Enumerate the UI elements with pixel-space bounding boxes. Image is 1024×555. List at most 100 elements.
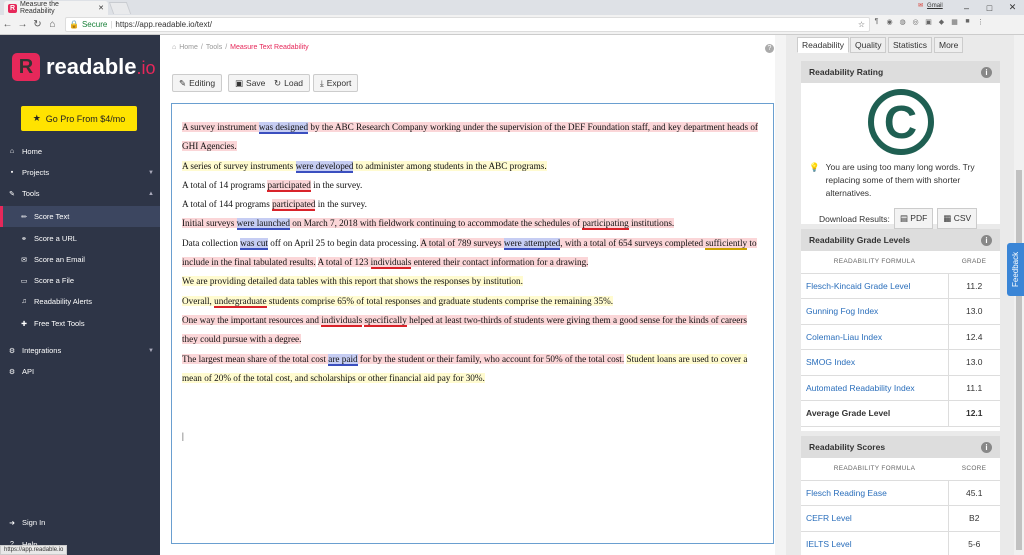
sidebar-item-home[interactable]: ⌂ Home bbox=[0, 141, 160, 162]
star-icon[interactable]: ☆ bbox=[858, 20, 865, 29]
maximize-icon[interactable]: □ bbox=[978, 0, 1001, 15]
url-field[interactable]: 🔒 Secure | https://app.readable.io/text/… bbox=[65, 17, 870, 32]
sidebar-item-score-text[interactable]: ✏ Score Text bbox=[0, 206, 160, 227]
formula-link[interactable]: SMOG Index bbox=[806, 357, 855, 367]
scores-table: READABILITY FORMULA SCORE Flesch Reading … bbox=[801, 458, 1000, 555]
table-row: IELTS Level 5-6 bbox=[801, 531, 1000, 555]
info-icon[interactable]: i bbox=[981, 441, 992, 453]
gift-icon: ✚ bbox=[21, 320, 27, 328]
editing-button[interactable]: ✎ Editing bbox=[172, 74, 223, 92]
extensions-bar: ¶ ◉ ◍ ◎ ▣ ◆ ▦ ■ ⋮ bbox=[872, 18, 985, 28]
sidebar-item-projects[interactable]: ▪ Projects ▼ bbox=[0, 162, 160, 183]
go-pro-button[interactable]: ★ Go Pro From $4/mo bbox=[21, 106, 137, 131]
sidebar-item-score-file[interactable]: ▭ Score a File bbox=[0, 270, 160, 291]
formula-link[interactable]: Gunning Fog Index bbox=[806, 306, 878, 316]
rating-tip: You are using too many long words. Try r… bbox=[825, 162, 975, 198]
extension-icon[interactable]: ▣ bbox=[924, 18, 933, 28]
formula-link[interactable]: Automated Readability Index bbox=[806, 383, 915, 393]
help-icon[interactable]: ? bbox=[765, 44, 774, 53]
gear-icon: ⚙ bbox=[8, 347, 16, 355]
extension-icon[interactable]: ◎ bbox=[911, 18, 920, 28]
readable-logo[interactable]: R readable.io bbox=[12, 53, 156, 81]
breadcrumb-home[interactable]: Home bbox=[179, 44, 198, 51]
window-controls: – □ ✕ bbox=[955, 0, 1024, 15]
save-icon: ▣ bbox=[235, 77, 244, 88]
chevron-down-icon: ▼ bbox=[148, 347, 154, 354]
envelope-icon: ✉ bbox=[21, 256, 27, 264]
sidebar-item-integrations[interactable]: ⚙ Integrations ▼ bbox=[0, 340, 160, 361]
extension-icon[interactable]: ¶ bbox=[872, 18, 881, 28]
info-icon[interactable]: i bbox=[981, 234, 992, 246]
bell-icon: ♫ bbox=[21, 298, 27, 305]
chevron-up-icon: ▲ bbox=[148, 190, 154, 197]
tab-quality[interactable]: Quality bbox=[850, 37, 887, 53]
export-button[interactable]: ⤓ Export bbox=[313, 74, 359, 92]
table-row: Automated Readability Index 11.1 bbox=[801, 375, 1000, 401]
text-editor[interactable]: A survey instrument was designed by the … bbox=[171, 103, 774, 544]
formula-link[interactable]: Flesch-Kincaid Grade Level bbox=[806, 281, 910, 291]
extension-icon[interactable]: ■ bbox=[963, 18, 972, 28]
table-row: Average Grade Level 12.1 bbox=[801, 400, 1000, 427]
column-header: READABILITY FORMULA bbox=[801, 251, 948, 274]
table-row: Flesch Reading Ease 45.1 bbox=[801, 480, 1000, 506]
editor-text: A survey instrument was designed by the … bbox=[182, 122, 758, 441]
content-scrollbar[interactable] bbox=[775, 35, 786, 555]
breadcrumb-tools[interactable]: Tools bbox=[206, 44, 222, 51]
reload-icon[interactable]: ↻ bbox=[30, 19, 45, 30]
pencil-icon: ✎ bbox=[179, 77, 187, 88]
gmail-indicator[interactable]: ✉ Gmail bbox=[918, 2, 943, 10]
grade-levels-panel: Readability Grade Levels i READABILITY FO… bbox=[801, 229, 1000, 431]
wrench-icon: ✎ bbox=[9, 190, 15, 198]
download-csv-button[interactable]: ▦ CSV bbox=[937, 208, 978, 229]
close-tab-icon[interactable]: ✕ bbox=[98, 4, 104, 12]
extension-icon[interactable]: ◆ bbox=[937, 18, 946, 28]
formula-link[interactable]: Flesch Reading Ease bbox=[806, 488, 887, 498]
pdf-icon: ▤ bbox=[899, 213, 908, 223]
formula-link[interactable]: IELTS Level bbox=[806, 539, 852, 549]
home-icon: ⌂ bbox=[9, 148, 15, 155]
sidebar-item-api[interactable]: ⚙ API bbox=[0, 361, 160, 382]
formula-link[interactable]: CEFR Level bbox=[806, 513, 852, 523]
info-icon[interactable]: i bbox=[981, 66, 992, 78]
tab-statistics[interactable]: Statistics bbox=[888, 37, 933, 53]
forward-icon[interactable]: → bbox=[15, 19, 30, 30]
minimize-icon[interactable]: – bbox=[955, 0, 978, 15]
sidebar-item-score-url[interactable]: ⚭ Score a URL bbox=[0, 228, 160, 249]
grade-badge: C bbox=[867, 89, 934, 155]
star-icon: ★ bbox=[32, 113, 41, 123]
average-value: 12.1 bbox=[947, 400, 1000, 427]
home-icon[interactable]: ⌂ bbox=[45, 19, 60, 30]
readability-rating-panel: Readability Rating i C 💡 You are using too… bbox=[801, 61, 1000, 229]
download-pdf-button[interactable]: ▤ PDF bbox=[893, 208, 934, 229]
sidebar-item-sign-in[interactable]: ➜ Sign In bbox=[0, 512, 160, 533]
download-icon: ⤓ bbox=[320, 77, 324, 88]
tab-more[interactable]: More bbox=[934, 37, 964, 53]
browser-tab[interactable]: R Measure the Readability ✕ bbox=[4, 1, 108, 15]
lock-icon: 🔒 bbox=[69, 20, 79, 29]
new-tab-button[interactable] bbox=[108, 2, 132, 14]
sidebar-item-score-email[interactable]: ✉ Score an Email bbox=[0, 249, 160, 270]
close-window-icon[interactable]: ✕ bbox=[1001, 0, 1024, 15]
extension-icon[interactable]: ◉ bbox=[885, 18, 894, 28]
api-icon: ⚙ bbox=[8, 368, 16, 376]
go-pro-label: Go Pro From $4/mo bbox=[45, 113, 126, 124]
load-button[interactable]: ↻ Load bbox=[268, 74, 311, 92]
logo-suffix: .io bbox=[136, 58, 156, 78]
back-icon[interactable]: ← bbox=[0, 19, 15, 30]
sidebar-item-tools[interactable]: ✎ Tools ▲ bbox=[0, 183, 160, 204]
pencil-icon: ✏ bbox=[21, 213, 27, 221]
sidebar-item-alerts[interactable]: ♫ Readability Alerts bbox=[0, 291, 160, 312]
extension-icon[interactable]: ▦ bbox=[950, 18, 959, 28]
formula-link[interactable]: Coleman-Liau Index bbox=[806, 332, 882, 342]
menu-icon[interactable]: ⋮ bbox=[976, 18, 985, 28]
scrollbar-thumb[interactable] bbox=[1016, 170, 1022, 550]
favicon-icon: R bbox=[8, 3, 17, 13]
feedback-button[interactable]: Feedback bbox=[1007, 243, 1024, 296]
tab-readability[interactable]: Readability bbox=[797, 37, 850, 53]
panel-title: Readability Scores bbox=[809, 442, 886, 452]
extension-icon[interactable]: ◍ bbox=[898, 18, 907, 28]
save-button[interactable]: ▣ Save bbox=[228, 74, 273, 92]
sidebar-item-free-tools[interactable]: ✚ Free Text Tools bbox=[0, 313, 160, 334]
active-indicator bbox=[0, 206, 3, 227]
panel-title: Readability Rating bbox=[809, 67, 884, 77]
